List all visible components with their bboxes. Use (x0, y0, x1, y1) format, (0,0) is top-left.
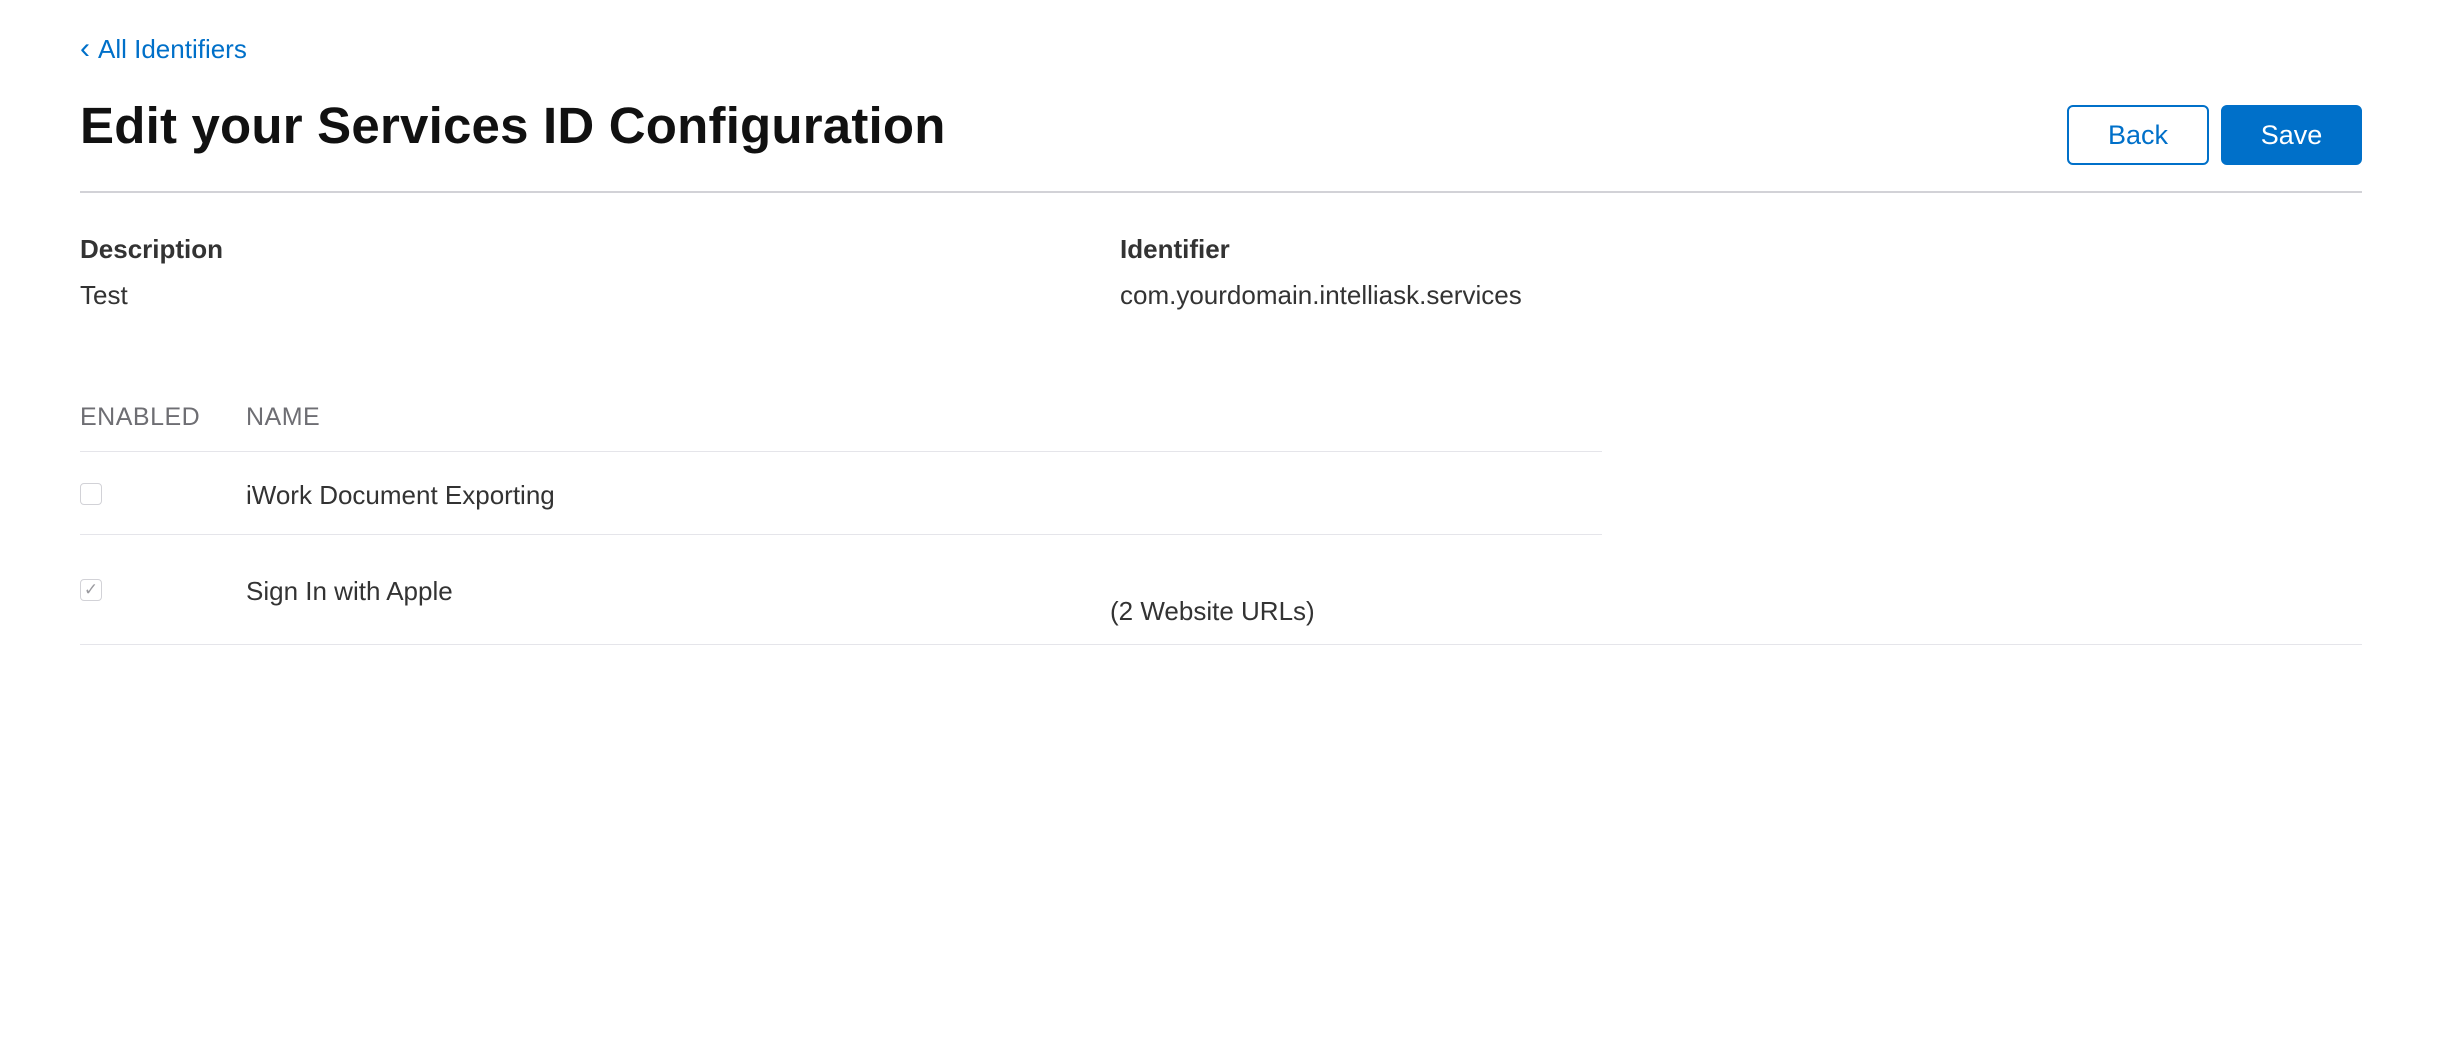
capability-name: iWork Document Exporting (246, 480, 555, 510)
row-divider (80, 534, 1602, 535)
column-header-name: NAME (246, 403, 321, 431)
page: ‹ All Identifiers Edit your Services ID … (80, 0, 2362, 1052)
website-urls-count[interactable]: (2 Website URLs) (1110, 596, 1315, 627)
header-divider (80, 191, 2362, 193)
table-header-divider (80, 451, 1602, 452)
save-button[interactable]: Save (2221, 105, 2362, 165)
all-identifiers-link[interactable]: ‹ All Identifiers (80, 31, 247, 65)
description-label: Description (80, 234, 224, 264)
enabled-checkbox[interactable]: ✓ (80, 579, 102, 601)
page-title: Edit your Services ID Configuration (80, 97, 946, 154)
capability-name: Sign In with Apple (246, 576, 453, 606)
column-header-enabled: ENABLED (80, 403, 201, 431)
identifier-value: com.yourdomain.intelliask.services (1120, 280, 1522, 310)
enabled-checkbox[interactable] (80, 483, 102, 505)
row-divider (80, 644, 2362, 645)
checkmark-icon: ✓ (83, 580, 99, 599)
description-value: Test (80, 280, 128, 310)
back-button[interactable]: Back (2067, 105, 2209, 165)
chevron-left-icon: ‹ (80, 31, 90, 65)
identifier-label: Identifier (1120, 234, 1230, 264)
all-identifiers-label: All Identifiers (98, 34, 247, 64)
